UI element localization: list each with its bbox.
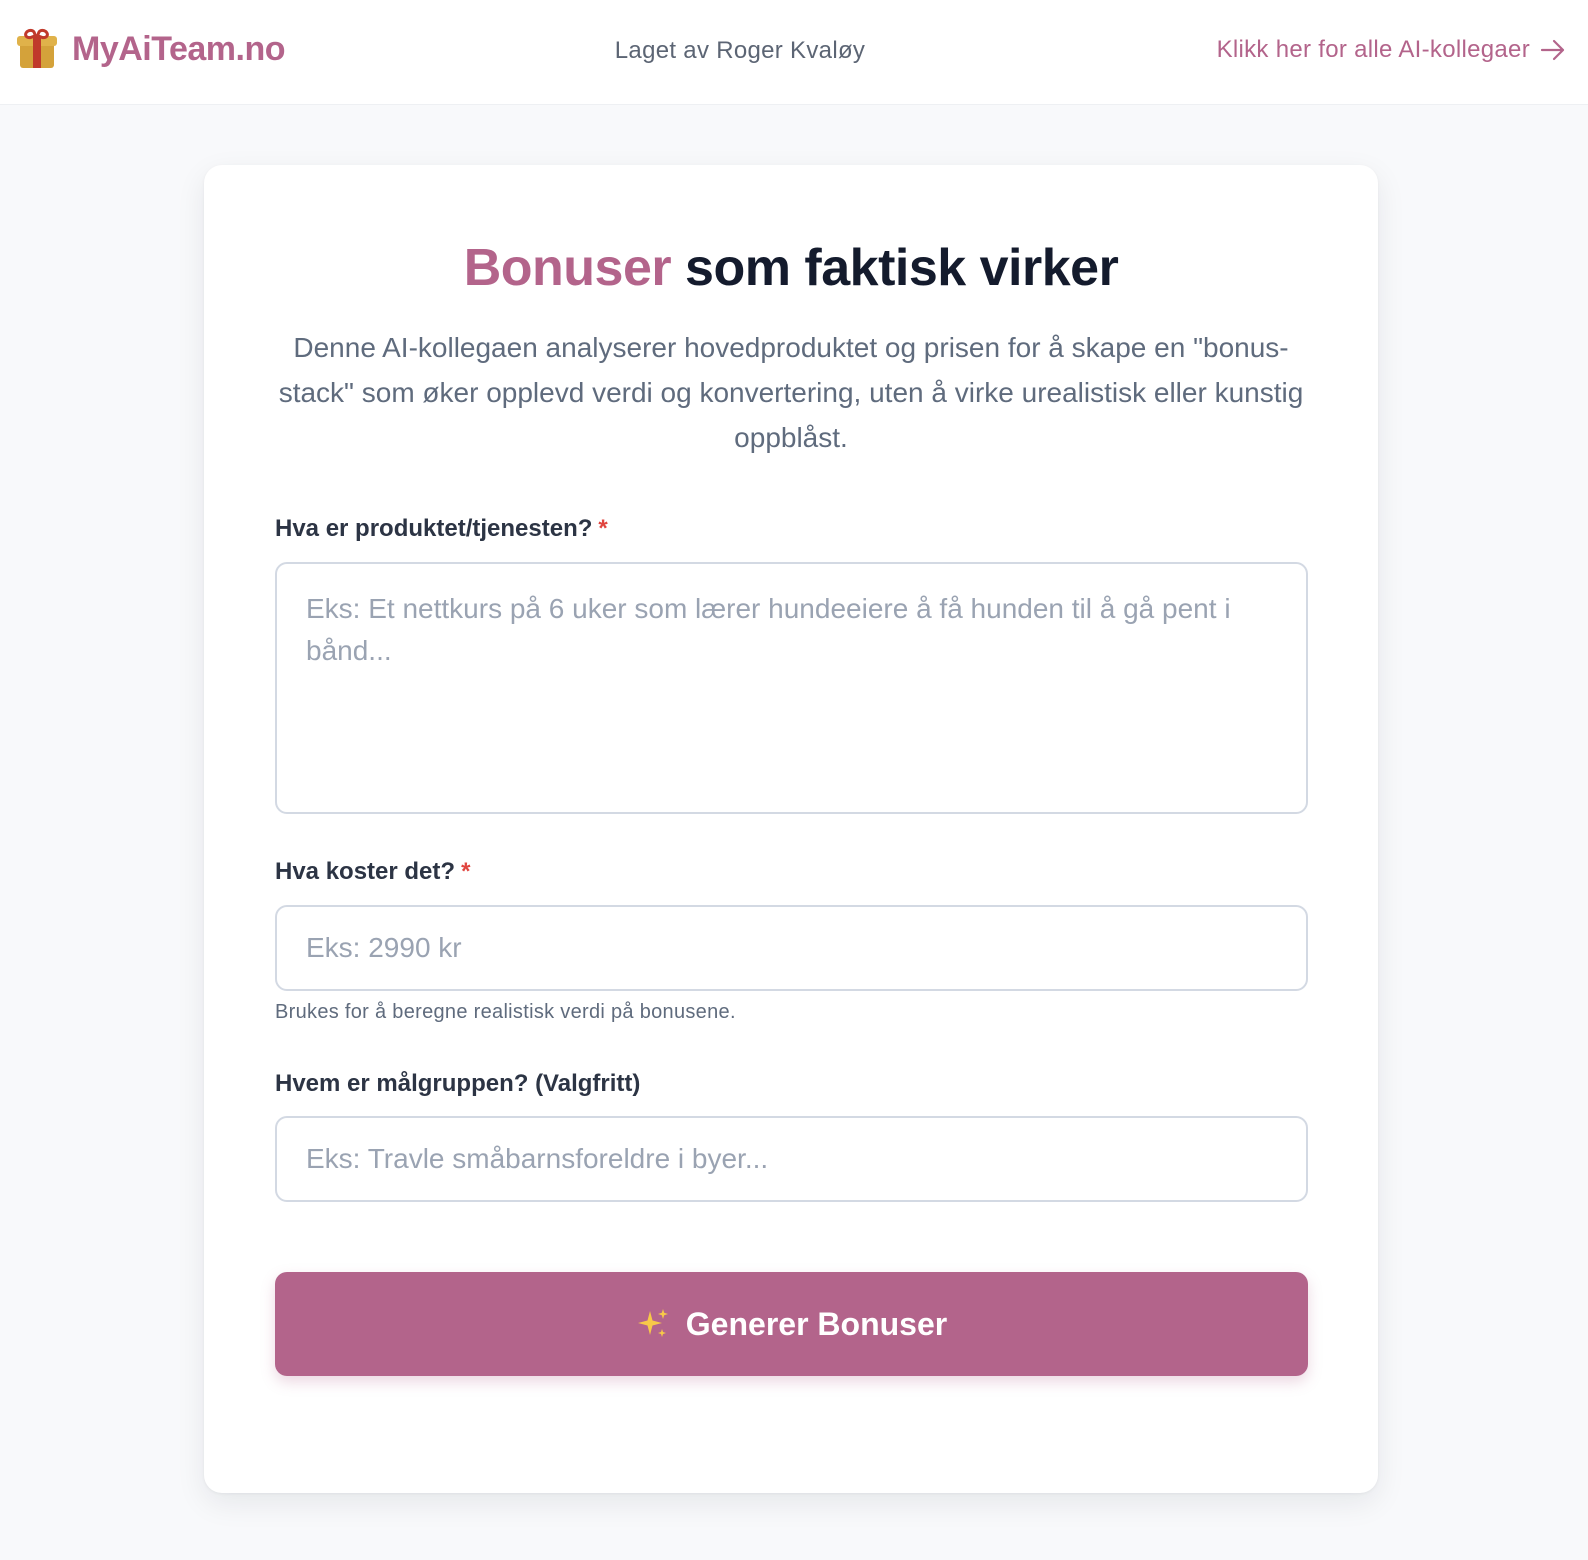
all-colleagues-link-label: Klikk her for alle AI-kollegaer <box>1216 36 1530 63</box>
product-label-text: Hva er produktet/tjenesten? <box>275 515 593 542</box>
page-title-accent: Bonuser <box>463 239 672 297</box>
audience-input[interactable] <box>275 1116 1308 1202</box>
page-title-rest: som faktisk virker <box>671 239 1119 297</box>
product-label: Hva er produktet/tjenesten? * <box>275 515 608 543</box>
audience-label: Hvem er målgruppen? (Valgfritt) <box>275 1070 640 1098</box>
page-title: Bonuser som faktisk virker <box>204 238 1378 298</box>
price-input[interactable] <box>275 905 1308 991</box>
product-textarea[interactable] <box>275 562 1308 814</box>
required-marker: * <box>598 515 608 542</box>
arrow-right-icon <box>1540 39 1565 61</box>
page-description: Denne AI-kollegaen analyserer hovedprodu… <box>278 332 1304 453</box>
top-navigation-bar: MyAiTeam.no Laget av Roger Kvaløy Klikk … <box>0 0 1588 105</box>
generate-bonuses-button[interactable]: Generer Bonuser <box>275 1272 1308 1376</box>
all-colleagues-link[interactable]: Klikk her for alle AI-kollegaer <box>1217 36 1566 64</box>
bonus-generator-card: Bonuser som faktisk virker Denne AI-koll… <box>204 165 1378 1493</box>
audience-label-text: Hvem er målgruppen? (Valgfritt) <box>275 1070 641 1097</box>
price-label: Hva koster det? * <box>275 858 470 886</box>
price-hint: Brukes for å beregne realistisk verdi på… <box>275 1001 736 1023</box>
generate-bonuses-button-label: Generer Bonuser <box>685 1305 948 1342</box>
sparkles-icon <box>637 1309 668 1337</box>
price-label-text: Hva koster det? <box>275 858 456 885</box>
required-marker: * <box>461 858 471 885</box>
